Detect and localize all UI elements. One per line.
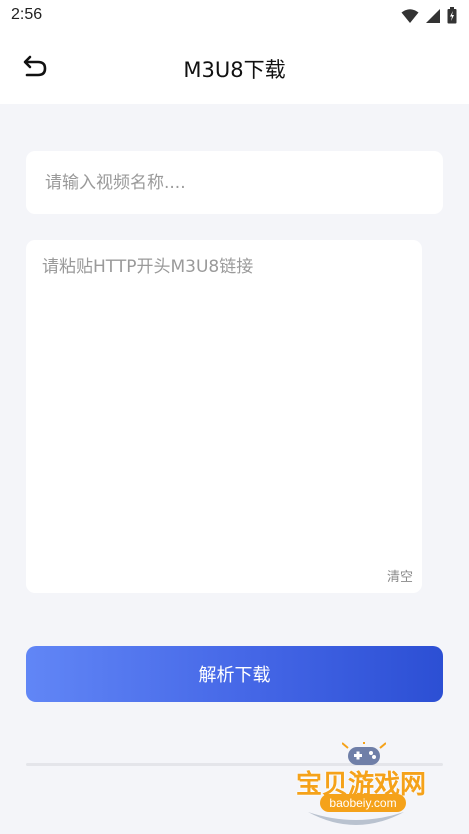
video-name-input[interactable] [26, 151, 443, 214]
page-title: M3U8下载 [183, 58, 286, 82]
watermark-swoosh-icon [306, 808, 406, 834]
watermark-logo: 宝贝游戏网 baobeiy.com [290, 740, 440, 834]
status-icons [401, 7, 457, 28]
battery-icon [447, 7, 457, 28]
parse-download-button[interactable]: 解析下载 [26, 646, 443, 702]
clear-button[interactable]: 清空 [387, 566, 413, 585]
m3u8-url-textarea[interactable] [26, 240, 422, 560]
m3u8-url-box: 清空 [26, 240, 422, 593]
app-header: M3U8下载 [0, 32, 469, 104]
status-bar: 2:56 [0, 0, 469, 32]
signal-icon [425, 8, 441, 28]
status-time: 2:56 [11, 6, 43, 23]
wifi-icon [401, 8, 419, 28]
